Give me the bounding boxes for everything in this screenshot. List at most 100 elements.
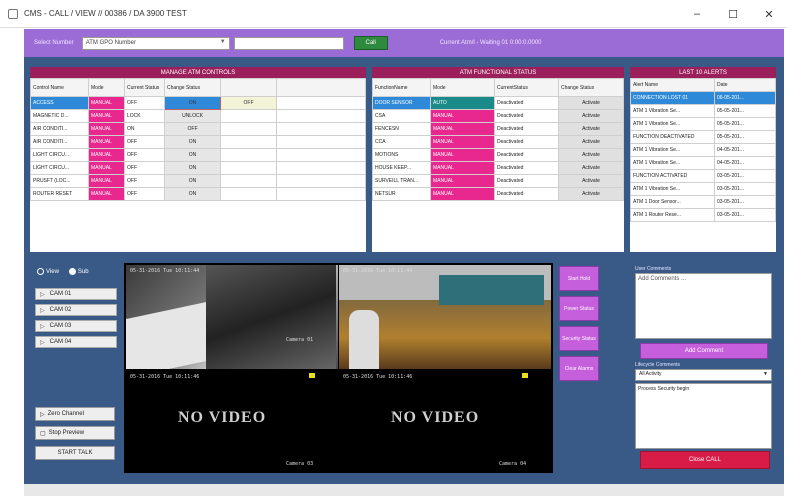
camera-item[interactable]: ▷ CAM 01 (35, 288, 117, 300)
table-row[interactable]: HOUSE KEEP... MANUAL Deactivated Activat… (372, 161, 624, 175)
col-header: Mode (88, 78, 125, 97)
table-row[interactable]: ATM 1 Vibration Se... 03-05-201... (630, 182, 776, 196)
number-select-value: ATM GPO Number (85, 39, 136, 46)
power-status-button[interactable]: Power Status (559, 296, 599, 321)
status-cell: Deactivated (494, 187, 559, 201)
alert-name: CONNECTION LOST 01 (630, 91, 715, 105)
radio-label: View (46, 269, 59, 276)
lifecycle-comments-label: Lifecycle Comments (635, 362, 681, 368)
activate-button[interactable]: Activate (558, 96, 624, 110)
col-header: Alert Name (630, 78, 715, 92)
table-row[interactable]: ATM 1 Vibration Se... 05-05-201... (630, 117, 776, 131)
radio-sub[interactable]: Sub (68, 268, 89, 275)
change-status-button[interactable]: ON (164, 187, 221, 201)
activate-button[interactable]: Activate (558, 135, 624, 149)
comment-placeholder: Add Comments ... (638, 276, 687, 282)
video-feed-3[interactable]: 05-31-2016 Tue 10:11:46 NO VIDEO Camera … (126, 369, 338, 473)
table-row[interactable]: FUNCTION DEACTIVATED 05-05-201... (630, 130, 776, 144)
change-status-button[interactable]: ON (164, 174, 221, 188)
close-button[interactable]: ✕ (751, 0, 787, 28)
function-name: CCA (372, 135, 431, 149)
record-icon (522, 373, 528, 378)
status-cell: OFF (124, 148, 165, 162)
table-row[interactable]: LIGHT CIRCU... MANUAL OFF ON (30, 161, 366, 175)
table-row[interactable]: AIR CONDITI... MANUAL OFF ON (30, 135, 366, 149)
table-row[interactable]: ATM 1 Door Sensor... 03-05-201... (630, 195, 776, 209)
activate-button[interactable]: Activate (558, 148, 624, 162)
table-row[interactable]: SURVEILL TRAN... MANUAL Deactivated Acti… (372, 174, 624, 188)
mode-cell: MANUAL (430, 174, 495, 188)
table-row[interactable]: ACCESS MANUAL OFF ON OFF (30, 96, 366, 110)
activate-button[interactable]: Activate (558, 174, 624, 188)
number-select[interactable]: ATM GPO Number ▼ (81, 36, 230, 50)
table-row[interactable]: ROUTER RESET MANUAL OFF ON (30, 187, 366, 201)
alert-name: FUNCTION ACTIVATED (630, 169, 715, 183)
start-talk-button[interactable]: START TALK (35, 446, 115, 460)
mode-cell: MANUAL (430, 161, 495, 175)
change-status-button[interactable]: UNLOCK (164, 109, 221, 123)
alert-date: 03-05-201... (714, 208, 776, 222)
table-row[interactable]: DOOR SENSOR AUTO Deactivated Activate (372, 96, 624, 110)
table-row[interactable]: CSA MANUAL Deactivated Activate (372, 109, 624, 123)
camera-label: Camera 01 (286, 337, 314, 343)
camera-label: CAM 02 (49, 307, 72, 313)
change-status-button[interactable]: ON (164, 96, 221, 110)
table-row[interactable]: LIGHT CIRCU... MANUAL OFF ON (30, 148, 366, 162)
lifecycle-log: Process Security begin (635, 383, 772, 449)
clear-alarms-button[interactable]: Clear Alarms (559, 356, 599, 381)
alert-name: ATM 1 Vibration Se... (630, 156, 715, 170)
table-row[interactable]: MAGNETIC D... MANUAL LOCK UNLOCK (30, 109, 366, 123)
table-row[interactable]: FUNCTION ACTIVATED 03-05-201... (630, 169, 776, 183)
change-status-button[interactable]: ON (164, 161, 221, 175)
zero-channel-button[interactable]: ▷ Zero Channel (35, 407, 115, 421)
video-feed-4[interactable]: 05-31-2016 Tue 10:11:46 NO VIDEO Camera … (339, 369, 551, 473)
table-row[interactable]: AIR CONDITI... MANUAL ON OFF (30, 122, 366, 136)
stop-preview-button[interactable]: ▢ Stop Preview (35, 426, 115, 440)
close-call-button[interactable]: Close CALL (640, 451, 770, 469)
call-button[interactable]: Call (353, 36, 388, 50)
app-icon (8, 8, 18, 19)
mode-cell: MANUAL (430, 122, 495, 136)
alert-name: ATM 1 Vibration Se... (630, 143, 715, 157)
table-row[interactable]: ATM 1 Vibration Se... 05-05-201... (630, 104, 776, 118)
activate-button[interactable]: Activate (558, 109, 624, 123)
col-header: Date (714, 78, 776, 92)
video-feed-1[interactable]: 05-31-2016 Tue 10:11:44 Camera 01 (126, 265, 338, 369)
activate-button[interactable]: Activate (558, 187, 624, 201)
table-row[interactable]: PRUSFT (LOC... MANUAL OFF ON (30, 174, 366, 188)
table-row[interactable]: CCA MANUAL Deactivated Activate (372, 135, 624, 149)
table-row[interactable]: ATM 1 Vibration Se... 04-05-201... (630, 156, 776, 170)
radio-icon (68, 268, 76, 275)
activate-button[interactable]: Activate (558, 161, 624, 175)
table-row[interactable]: ATM 1 Vibration Se... 04-05-201... (630, 143, 776, 157)
video-feed-2[interactable]: 05-31-2016 Tue 10:11:44 (339, 265, 551, 369)
activate-button[interactable]: Activate (558, 122, 624, 136)
radio-view[interactable]: View (37, 268, 59, 275)
maximize-button[interactable]: ☐ (715, 0, 751, 28)
camera-item[interactable]: ▷ CAM 02 (35, 304, 117, 316)
table-row[interactable]: NETSUR MANUAL Deactivated Activate (372, 187, 624, 201)
number-input[interactable] (233, 36, 344, 50)
table-row[interactable]: MOTIONS MANUAL Deactivated Activate (372, 148, 624, 162)
table-row[interactable]: ATM 1 Router Rese... 03-05-201... (630, 208, 776, 222)
minimize-button[interactable]: – (679, 0, 715, 28)
mode-cell: MANUAL (430, 148, 495, 162)
add-comment-button[interactable]: Add Comment (640, 343, 768, 359)
select-number-label: Select Number (34, 40, 74, 46)
activity-select[interactable]: All Activity ▼ (635, 369, 772, 381)
change-status-button[interactable]: ON (164, 135, 221, 149)
change-status-button[interactable]: OFF (164, 122, 221, 136)
camera-item[interactable]: ▷ CAM 03 (35, 320, 117, 332)
function-name: SURVEILL TRAN... (372, 174, 431, 188)
start-hold-button[interactable]: Start Hold (559, 266, 599, 291)
camera-icon: ▷ (40, 323, 45, 330)
table-row[interactable]: FENCESN MANUAL Deactivated Activate (372, 122, 624, 136)
comment-input[interactable]: Add Comments ... (635, 273, 772, 339)
camera-item[interactable]: ▷ CAM 04 (35, 336, 117, 348)
security-status-button[interactable]: Security Status (559, 326, 599, 351)
alert-name: ATM 1 Vibration Se... (630, 182, 715, 196)
alert-date: 06-05-201... (714, 91, 776, 105)
table-row[interactable]: CONNECTION LOST 01 06-05-201... (630, 91, 776, 105)
change-status-button[interactable]: OFF (220, 96, 277, 110)
change-status-button[interactable]: ON (164, 148, 221, 162)
